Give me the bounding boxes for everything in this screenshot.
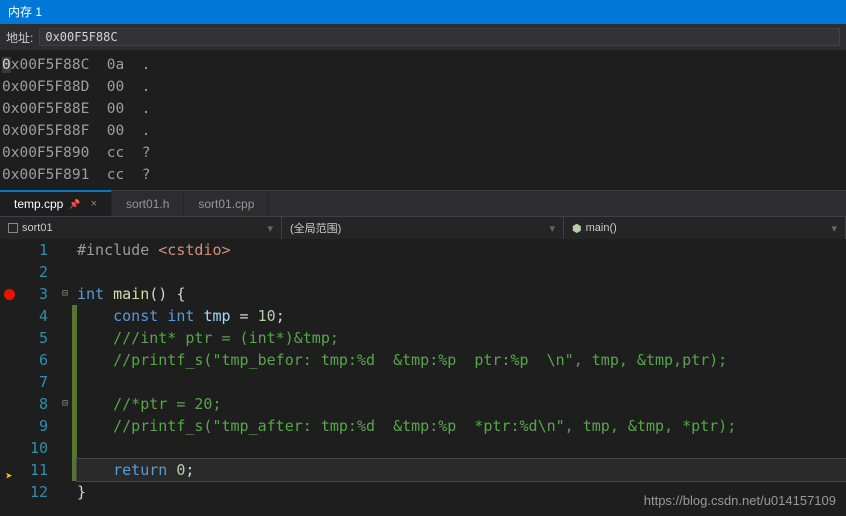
editor-nav-bar: sort01 ▾ (全局范围) ▾ ⬢ main() ▾ [0,216,846,239]
code-line[interactable]: //*ptr = 20; [77,393,846,415]
memory-row[interactable]: 0x00F5F88F 00 . [2,120,844,142]
breakpoint-gutter[interactable]: ➤ [0,239,18,509]
code-line[interactable]: ///int* ptr = (int*)&tmp; [77,327,846,349]
region-dropdown[interactable]: (全局范围) ▾ [282,217,564,239]
tab-label: sort01.h [126,197,169,211]
fold-toggle [58,239,72,261]
code-line[interactable] [77,261,846,283]
chevron-down-icon: ▾ [831,222,837,235]
code-line[interactable]: #include <cstdio> [77,239,846,261]
tab-label: temp.cpp [14,197,63,211]
fold-toggle[interactable]: ⊟ [58,283,72,305]
fold-toggle [58,459,72,481]
memory-row[interactable]: 0x00F5F88C 0a . [2,54,844,76]
current-line-arrow-icon: ➤ [0,465,18,487]
fold-gutter[interactable]: ⊟⊟ [58,239,72,509]
editor-tab[interactable]: temp.cpp 📌 × [0,190,112,216]
fold-toggle [58,327,72,349]
fold-toggle [58,415,72,437]
scope-label: sort01 [22,222,53,234]
chevron-down-icon: ▾ [549,222,555,235]
method-icon: ⬢ [572,222,582,235]
editor-tab-bar: temp.cpp 📌 × sort01.h sort01.cpp [0,190,846,216]
memory-panel-title: 内存 1 [0,0,846,23]
memory-row[interactable]: 0x00F5F88E 00 . [2,98,844,120]
address-label: 地址: [6,29,33,46]
line-number: 8 [18,393,48,415]
code-line[interactable]: //printf_s("tmp_befor: tmp:%d &tmp:%p pt… [77,349,846,371]
code-line[interactable] [77,437,846,459]
code-line[interactable]: int main() { [77,283,846,305]
code-line[interactable] [77,371,846,393]
watermark-text: https://blog.csdn.net/u014157109 [644,493,836,508]
scope-dropdown[interactable]: sort01 ▾ [0,217,282,239]
memory-hex-view[interactable]: 0x00F5F88C 0a .0x00F5F88D 00 .0x00F5F88E… [0,50,846,190]
tab-label: sort01.cpp [198,197,254,211]
line-number: 10 [18,437,48,459]
editor-tab[interactable]: sort01.h [112,191,184,216]
memory-row[interactable]: 0x00F5F890 cc ? [2,142,844,164]
line-number: 7 [18,371,48,393]
line-number: 11 [18,459,48,481]
line-number: 1 [18,239,48,261]
fold-toggle [58,349,72,371]
code-line[interactable]: const int tmp = 10; [77,305,846,327]
line-number: 5 [18,327,48,349]
editor-tab[interactable]: sort01.cpp [184,191,269,216]
fold-toggle [58,305,72,327]
fold-toggle [58,437,72,459]
line-number: 3 [18,283,48,305]
fold-toggle [58,481,72,503]
code-text-area[interactable]: #include <cstdio> int main() { const int … [77,239,846,509]
code-line[interactable]: return 0; [77,459,846,481]
pin-icon[interactable]: 📌 [69,199,80,210]
breakpoint-icon[interactable] [4,289,15,300]
member-label: main() [586,222,617,234]
code-line[interactable]: //printf_s("tmp_after: tmp:%d &tmp:%p *p… [77,415,846,437]
line-number: 4 [18,305,48,327]
memory-row[interactable]: 0x00F5F891 cc ? [2,164,844,186]
memory-row[interactable]: 0x00F5F88D 00 . [2,76,844,98]
fold-toggle[interactable]: ⊟ [58,393,72,415]
memory-address-bar: 地址: [0,23,846,50]
close-icon[interactable]: × [91,198,97,210]
scope-icon [8,223,18,233]
code-editor[interactable]: ➤ 123456789101112 ⊟⊟ #include <cstdio>in… [0,239,846,509]
line-number: 2 [18,261,48,283]
fold-toggle [58,261,72,283]
line-number: 12 [18,481,48,503]
region-label: (全局范围) [290,220,341,236]
line-number: 6 [18,349,48,371]
line-number: 9 [18,415,48,437]
fold-toggle [58,371,72,393]
member-dropdown[interactable]: ⬢ main() ▾ [564,217,846,239]
chevron-down-icon: ▾ [267,222,273,235]
memory-address-input[interactable] [39,28,840,46]
line-number-gutter: 123456789101112 [18,239,58,509]
